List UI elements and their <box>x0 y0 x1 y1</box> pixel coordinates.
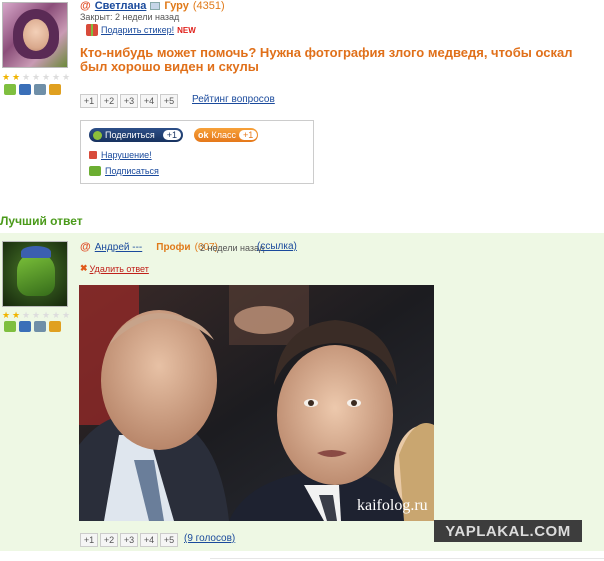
subscribe-icon <box>89 166 101 176</box>
question-author-line: @ Светлана Гуру (4351) <box>80 0 225 12</box>
star-icon: ★ <box>32 310 41 320</box>
photo-watermark: kaifolog.ru <box>357 497 428 514</box>
mail-at-icon: @ <box>80 241 91 253</box>
star-icon: ★ <box>2 72 11 82</box>
answer-author-avatar[interactable] <box>2 241 68 307</box>
star-icon: ★ <box>42 72 51 82</box>
share-button[interactable]: Поделиться +1 <box>89 128 183 142</box>
subscribe-link[interactable]: Подписаться <box>105 166 159 176</box>
question-author-badges <box>4 84 61 95</box>
envelope-icon[interactable] <box>150 2 161 10</box>
answer-author-level: Профи <box>156 241 191 253</box>
votes-count-link[interactable]: (9 голосов) <box>184 533 235 544</box>
gift-sticker-label[interactable]: Подарить стикер! <box>101 25 174 35</box>
mail-at-icon: @ <box>80 0 91 12</box>
blog-icon[interactable] <box>49 321 61 332</box>
gift-sticker-link[interactable]: Подарить стикер! NEW <box>86 24 196 36</box>
odnoklassniki-class-button[interactable]: ok Класс +1 <box>194 128 258 142</box>
class-count: +1 <box>239 130 258 140</box>
question-vote-bar: +1 +2 +3 +4 +5 <box>80 94 178 108</box>
subscribe-row[interactable]: Подписаться <box>89 166 159 176</box>
answer-author-line: @ Андрей --- Профи (607) <box>80 241 218 253</box>
answer-time: 2 недели назад <box>200 243 265 253</box>
vote-button-2[interactable]: +2 <box>100 533 118 547</box>
friends-icon[interactable] <box>4 321 16 332</box>
blog-icon[interactable] <box>49 84 61 95</box>
answer-permalink[interactable]: (ссылка) <box>257 241 297 252</box>
star-icon: ★ <box>12 72 21 82</box>
star-icon: ★ <box>32 72 41 82</box>
star-icon: ★ <box>52 310 61 320</box>
violation-row[interactable]: Нарушение! <box>89 150 152 160</box>
share-box: Поделиться +1 ok Класс +1 Нарушение! Под… <box>80 120 314 184</box>
answer-author-badges <box>4 321 61 332</box>
vote-button-3[interactable]: +3 <box>120 533 138 547</box>
star-icon: ★ <box>22 72 31 82</box>
delete-icon: ✖ <box>80 263 88 273</box>
answer-vote-bar: +1 +2 +3 +4 +5 <box>80 533 178 547</box>
answer-photo[interactable] <box>79 285 434 521</box>
vote-button-1[interactable]: +1 <box>80 94 98 108</box>
class-label: Класс <box>211 130 237 140</box>
yaplakal-logo: YAPLAKAL.COM <box>434 520 582 542</box>
vote-button-3[interactable]: +3 <box>120 94 138 108</box>
questions-rating-link[interactable]: Рейтинг вопросов <box>192 94 275 105</box>
answer-author-stars: ★ ★ ★ ★ ★ ★ ★ <box>2 311 71 320</box>
video-icon[interactable] <box>34 84 46 95</box>
question-closed-status: Закрыт: 2 недели назад <box>80 12 180 22</box>
gift-icon <box>86 24 98 36</box>
vote-button-2[interactable]: +2 <box>100 94 118 108</box>
delete-answer-row[interactable]: ✖ Удалить ответ <box>80 263 149 274</box>
best-answer-header: Лучший ответ <box>0 214 83 228</box>
vote-button-1[interactable]: +1 <box>80 533 98 547</box>
star-icon: ★ <box>62 310 71 320</box>
warning-icon <box>89 151 97 159</box>
star-icon: ★ <box>62 72 71 82</box>
question-author-level: Гуру <box>164 0 189 12</box>
vote-button-5[interactable]: +5 <box>160 94 178 108</box>
share-label: Поделиться <box>105 130 155 140</box>
star-icon: ★ <box>42 310 51 320</box>
friends-icon[interactable] <box>4 84 16 95</box>
divider <box>210 558 604 559</box>
violation-link[interactable]: Нарушение! <box>101 150 152 160</box>
question-title: Кто-нибудь может помочь? Нужна фотографи… <box>80 45 573 74</box>
star-icon: ★ <box>22 310 31 320</box>
star-icon: ★ <box>52 72 61 82</box>
vote-button-5[interactable]: +5 <box>160 533 178 547</box>
answer-author-name[interactable]: Андрей --- <box>95 242 143 253</box>
question-author-name[interactable]: Светлана <box>95 0 147 12</box>
vote-button-4[interactable]: +4 <box>140 533 158 547</box>
share-icon <box>93 130 102 140</box>
answer-photo-image <box>79 285 434 521</box>
star-icon: ★ <box>12 310 21 320</box>
delete-answer-link[interactable]: Удалить ответ <box>90 264 149 274</box>
question-author-points: (4351) <box>192 0 225 12</box>
photo-icon[interactable] <box>19 84 31 95</box>
new-badge: NEW <box>177 25 196 35</box>
video-icon[interactable] <box>34 321 46 332</box>
photo-icon[interactable] <box>19 321 31 332</box>
star-icon: ★ <box>2 310 11 320</box>
vote-button-4[interactable]: +4 <box>140 94 158 108</box>
odnoklassniki-icon: ok <box>198 130 209 140</box>
share-count: +1 <box>162 130 181 140</box>
question-author-avatar[interactable] <box>2 2 68 68</box>
question-author-stars: ★ ★ ★ ★ ★ ★ ★ <box>2 73 71 82</box>
